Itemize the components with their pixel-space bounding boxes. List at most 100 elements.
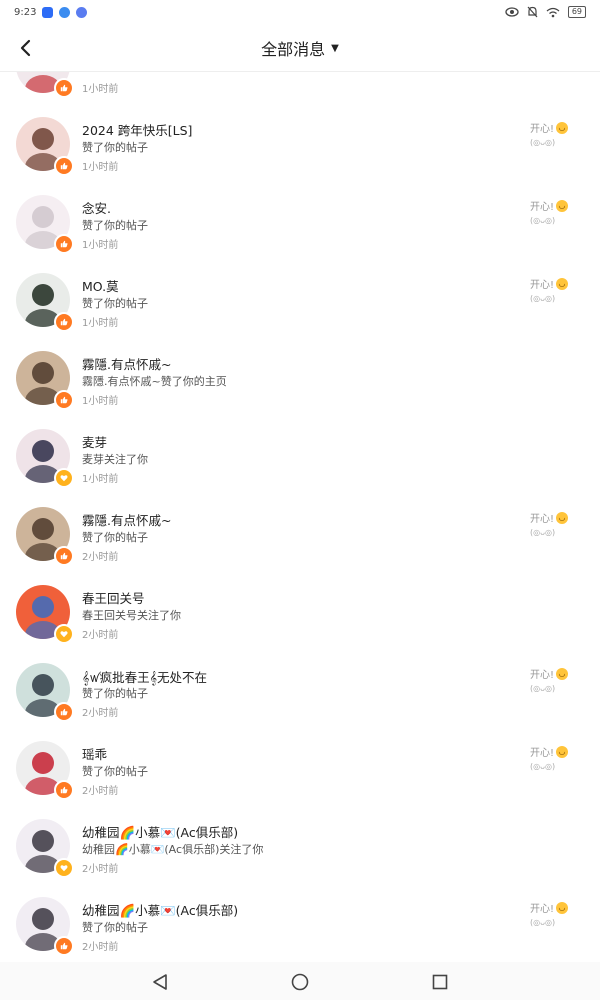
reply-kaomoji: (◎ᴗ◎) (530, 216, 556, 225)
thumbs-up-badge-icon (54, 780, 74, 800)
timestamp: 1小时前 (82, 162, 119, 173)
mute-bell-icon (527, 6, 538, 18)
thumbs-up-badge-icon (54, 234, 74, 254)
sender-name[interactable]: 春王回关号 (82, 588, 145, 607)
status-bar: 9:23 69 (0, 0, 600, 24)
battery-indicator: 69 (567, 6, 586, 18)
thumbs-up-badge-icon (54, 156, 74, 176)
reply-text: 开心! (530, 904, 555, 915)
action-text: 幼稚园🌈小慕💌(Ac俱乐部)关注了你 (82, 843, 264, 856)
reply-preview[interactable]: 开心! ◡ (◎ᴗ◎) (530, 120, 590, 147)
eye-icon (505, 7, 519, 17)
timestamp: 2小时前 (82, 942, 119, 953)
system-back-button[interactable] (148, 970, 172, 994)
action-text: 赞了你的帖子 (82, 531, 148, 544)
timestamp: 2小时前 (82, 708, 119, 719)
page-title: 全部消息 (261, 40, 326, 59)
reply-text: 开心! (530, 280, 555, 291)
reply-kaomoji: (◎ᴗ◎) (530, 138, 556, 147)
message-item[interactable]: 幼稚园🌈小慕💌(Ac俱乐部) 幼稚园🌈小慕💌(Ac俱乐部)关注了你 2小时前 (0, 814, 600, 892)
message-filter-dropdown[interactable]: 全部消息 ▼ (0, 24, 600, 72)
app-notification-icon (42, 6, 54, 18)
sender-name[interactable]: 幼稚园🌈小慕💌(Ac俱乐部) (82, 900, 238, 919)
action-text: 赞了你的帖子 (82, 141, 148, 154)
timestamp: 2小时前 (82, 864, 119, 875)
message-item[interactable]: 𝄞ꪝ疯批春王𝄞无处不在 赞了你的帖子 2小时前 开心! ◡ (◎ᴗ◎) (0, 658, 600, 736)
message-item[interactable]: 霧隱.有点怀戚~ 赞了你的帖子 2小时前 开心! ◡ (◎ᴗ◎) (0, 502, 600, 580)
timestamp: 2小时前 (82, 552, 119, 563)
thumbs-up-badge-icon (54, 546, 74, 566)
action-text: 赞了你的帖子 (82, 687, 148, 700)
reply-preview[interactable]: 开心! ◡ (◎ᴗ◎) (530, 276, 590, 303)
top-nav-bar: 全部消息 ▼ (0, 24, 600, 72)
timestamp: 1小时前 (82, 240, 119, 251)
reply-text: 开心! (530, 514, 555, 525)
system-home-button[interactable] (288, 970, 312, 994)
sender-name[interactable]: 2024 跨年快乐[LS] (82, 120, 192, 139)
smile-emoji-icon: ◡ (556, 745, 569, 758)
thumbs-up-badge-icon (54, 78, 74, 98)
reply-text: 开心! (530, 124, 555, 135)
sender-name[interactable]: 霧隱.有点怀戚~ (82, 354, 171, 373)
smile-emoji-icon: ◡ (556, 667, 569, 680)
reply-text: 开心! (530, 670, 555, 681)
smile-emoji-icon: ◡ (556, 277, 569, 290)
heart-badge-icon (54, 624, 74, 644)
sender-name[interactable]: 霧隱.有点怀戚~ (82, 510, 171, 529)
system-navigation-bar (0, 962, 600, 1000)
sender-name[interactable]: 幼稚园🌈小慕💌(Ac俱乐部) (82, 822, 238, 841)
reply-kaomoji: (◎ᴗ◎) (530, 918, 556, 927)
smile-emoji-icon: ◡ (556, 199, 569, 212)
action-text: 赞了你的帖子 (82, 921, 148, 934)
message-item[interactable]: 2024 跨年快乐[LS] 赞了你的帖子 1小时前 开心! ◡ (◎ᴗ◎) (0, 112, 600, 190)
reply-kaomoji: (◎ᴗ◎) (530, 762, 556, 771)
timestamp: 1小时前 (82, 84, 119, 95)
status-right: 69 (505, 6, 586, 18)
message-item[interactable]: 瑶乖 赞了你的帖子 2小时前 开心! ◡ (◎ᴗ◎) (0, 736, 600, 814)
wifi-icon (546, 7, 560, 17)
sender-name[interactable]: MO.莫 (82, 276, 119, 295)
circle-home-icon (291, 973, 309, 991)
status-left: 9:23 (14, 6, 88, 18)
thumbs-up-badge-icon (54, 312, 74, 332)
action-text: 霧隱.有点怀戚~赞了你的主页 (82, 375, 227, 388)
message-item[interactable]: 念安. 赞了你的帖子 1小时前 开心! ◡ (◎ᴗ◎) (0, 190, 600, 268)
thumbs-up-badge-icon (54, 702, 74, 722)
browser-notification-icon (59, 6, 71, 18)
message-item[interactable]: 1小时前 (0, 72, 600, 112)
reply-kaomoji: (◎ᴗ◎) (530, 684, 556, 693)
action-text: 春王回关号关注了你 (82, 609, 181, 622)
heart-badge-icon (54, 468, 74, 488)
message-item[interactable]: 春王回关号春王回关号关注了你 2小时前 (0, 580, 600, 658)
reply-text: 开心! (530, 202, 555, 213)
reply-kaomoji: (◎ᴗ◎) (530, 294, 556, 303)
reply-preview[interactable]: 开心! ◡ (◎ᴗ◎) (530, 666, 590, 693)
action-text: 麦芽关注了你 (82, 453, 148, 466)
timestamp: 2小时前 (82, 786, 119, 797)
timestamp: 1小时前 (82, 318, 119, 329)
reply-preview[interactable]: 开心! ◡ (◎ᴗ◎) (530, 744, 590, 771)
smile-emoji-icon: ◡ (556, 511, 569, 524)
sender-name[interactable]: 念安. (82, 198, 111, 217)
square-recents-icon (432, 974, 448, 990)
triangle-back-icon (153, 974, 167, 990)
reply-preview[interactable]: 开心! ◡ (◎ᴗ◎) (530, 198, 590, 225)
message-item[interactable]: 幼稚园🌈小慕💌(Ac俱乐部) 赞了你的帖子 2小时前 开心! ◡ (◎ᴗ◎) (0, 892, 600, 962)
thumbs-up-badge-icon (54, 390, 74, 410)
sender-name[interactable]: 瑶乖 (82, 744, 107, 763)
action-text: 赞了你的帖子 (82, 297, 148, 310)
music-notification-icon (76, 6, 88, 18)
reply-preview[interactable]: 开心! ◡ (◎ᴗ◎) (530, 510, 590, 537)
thumbs-up-badge-icon (54, 936, 74, 956)
message-list: 1小时前 2024 跨年快乐[LS] 赞了你的帖子 1小时前 开心! ◡ (◎ᴗ◎) 念安. 赞… (0, 72, 600, 962)
message-item[interactable]: 霧隱.有点怀戚~ 霧隱.有点怀戚~赞了你的主页 1小时前 (0, 346, 600, 424)
timestamp: 2小时前 (82, 630, 119, 641)
sender-name[interactable]: 麦芽 (82, 432, 107, 451)
message-item[interactable]: MO.莫赞了你的帖子 1小时前 开心! ◡ (◎ᴗ◎) (0, 268, 600, 346)
system-recents-button[interactable] (428, 970, 452, 994)
caret-down-icon: ▼ (331, 42, 339, 54)
status-time: 9:23 (14, 6, 37, 18)
message-item[interactable]: 麦芽 麦芽关注了你 1小时前 (0, 424, 600, 502)
reply-preview[interactable]: 开心! ◡ (◎ᴗ◎) (530, 900, 590, 927)
reply-kaomoji: (◎ᴗ◎) (530, 528, 556, 537)
